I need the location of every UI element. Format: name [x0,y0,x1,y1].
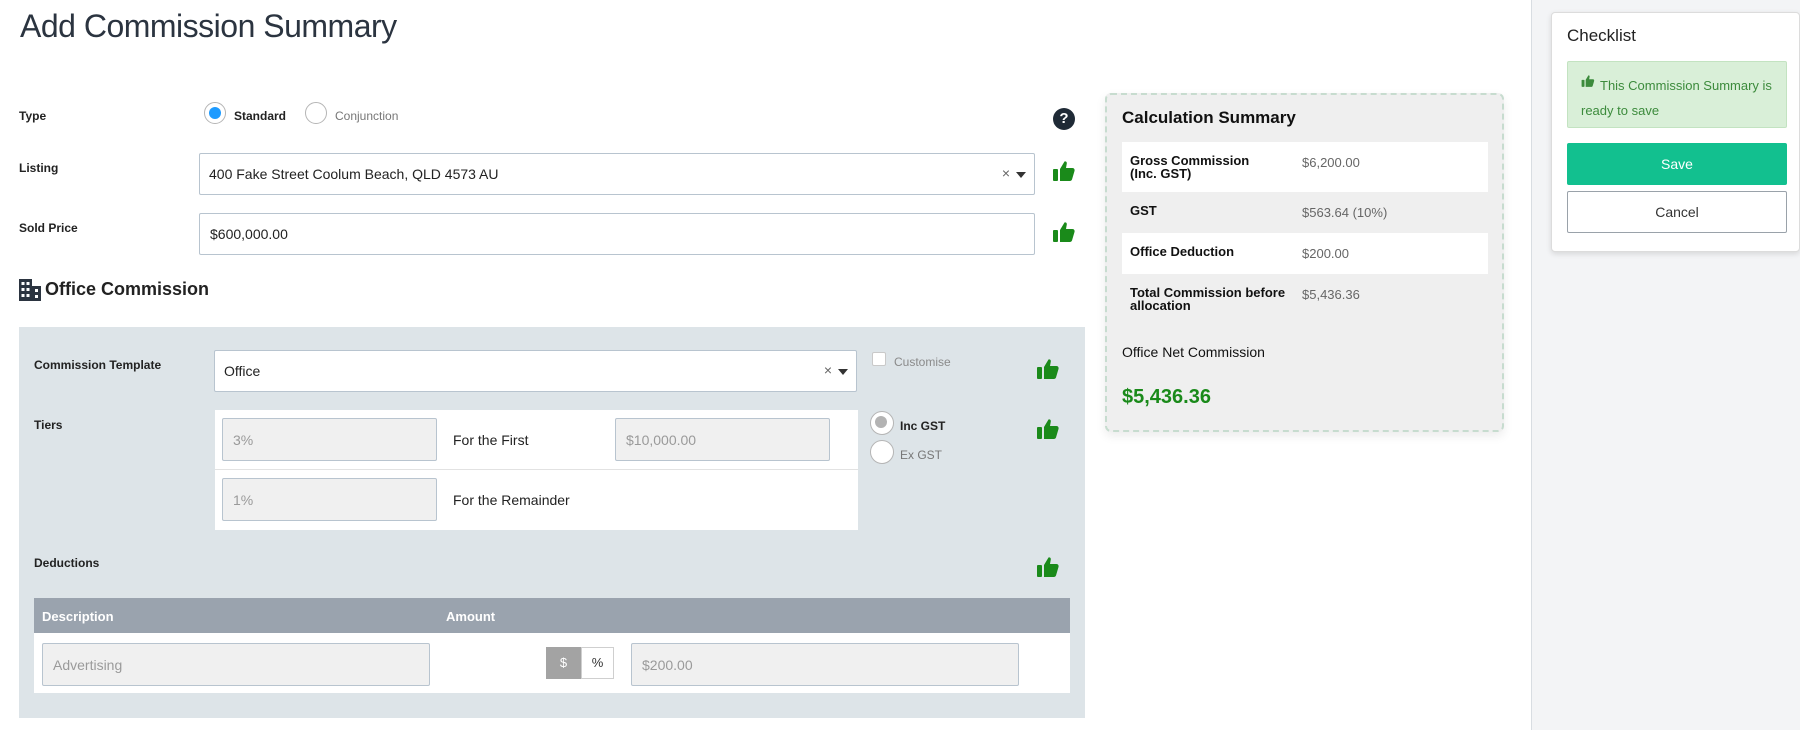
deductions-label: Deductions [34,556,100,570]
deduction-amount-input[interactable]: $200.00 [631,643,1019,686]
deduction-description-value: Advertising [53,656,123,673]
listing-chevron-down-icon[interactable] [1016,172,1026,178]
calc-deduction-value: $200.00 [1302,246,1349,261]
gst-ex-radio[interactable] [870,440,894,464]
calc-gst-value: $563.64 (10%) [1302,205,1388,220]
help-icon[interactable]: ? [1053,108,1075,130]
type-conjunction-option[interactable]: Conjunction [305,102,398,124]
type-standard-option[interactable]: Standard [204,102,286,124]
listing-clear-icon[interactable]: × [1002,165,1010,181]
type-standard-label: Standard [234,109,287,123]
tier-1-amount-value: $10,000.00 [626,431,697,448]
checklist-title: Checklist [1567,26,1636,45]
sold-price-thumbs-up-icon [1053,222,1075,242]
deduction-description-input[interactable]: Advertising [42,643,430,686]
calculation-summary-title: Calculation Summary [1122,108,1296,127]
tier-1-rate-value: 3% [233,431,254,448]
sold-price-value: $600,000.00 [210,226,288,242]
tiers-label: Tiers [34,418,63,432]
tier-1-rate-input[interactable]: 3% [222,418,437,461]
deductions-thumbs-up-icon [1037,557,1059,577]
type-conjunction-radio[interactable] [305,102,327,124]
tier-1-amount-input[interactable]: $10,000.00 [615,418,830,461]
tier-2-text: For the Remainder [453,492,570,508]
office-net-commission-value: $5,436.36 [1122,386,1211,408]
type-conjunction-label: Conjunction [335,109,399,123]
template-chevron-down-icon[interactable] [838,369,848,375]
tier-2-rate-value: 1% [233,491,254,508]
commission-template-label: Commission Template [34,358,162,372]
calc-total-label: Total Commission before allocation [1130,285,1286,313]
column-amount: Amount [446,609,496,624]
gst-inc-label: Inc GST [900,419,946,433]
commission-template-value: Office [224,363,261,379]
tier-2-rate-input[interactable]: 1% [222,478,437,521]
page-title: Add Commission Summary [20,8,397,44]
calc-deduction-label: Office Deduction [1130,244,1235,259]
deductions-table-header [34,598,1070,633]
template-clear-icon[interactable]: × [824,362,832,378]
gst-ex-label: Ex GST [900,448,943,462]
customise-checkbox[interactable] [872,352,886,366]
listing-thumbs-up-icon [1053,161,1075,181]
tiers-thumbs-up-icon [1037,419,1059,439]
listing-select[interactable]: 400 Fake Street Coolum Beach, QLD 4573 A… [199,153,1035,195]
building-icon [19,279,41,301]
save-button[interactable]: Save [1567,143,1787,185]
deduction-amount-value: $200.00 [642,656,693,673]
listing-value: 400 Fake Street Coolum Beach, QLD 4573 A… [209,166,499,182]
tier-1-text: For the First [453,432,529,448]
sold-price-input[interactable]: $600,000.00 [199,213,1035,255]
unit-percent-button[interactable]: % [581,647,614,679]
tiers-divider [215,469,858,470]
calc-total-value: $5,436.36 [1302,287,1360,302]
calc-gst-label: GST [1130,203,1157,218]
commission-template-select[interactable]: Office × [214,350,857,392]
template-thumbs-up-icon [1037,359,1059,379]
calc-gross-value: $6,200.00 [1302,155,1360,170]
type-label: Type [19,109,47,123]
column-description: Description [42,609,114,624]
gst-inc-option[interactable]: Inc GST [870,411,945,435]
type-standard-radio[interactable] [204,102,226,124]
listing-label: Listing [19,161,59,175]
ready-alert-message: This Commission Summary is ready to save [1581,78,1772,118]
cancel-button[interactable]: Cancel [1567,191,1787,233]
sold-price-label: Sold Price [19,221,78,235]
gst-inc-radio[interactable] [870,411,894,435]
customise-label: Customise [894,355,951,369]
office-net-commission-label: Office Net Commission [1122,344,1265,360]
sidebar-divider [1531,0,1532,730]
office-commission-heading: Office Commission [45,279,210,299]
calc-gross-label: Gross Commission (Inc. GST) [1130,153,1250,181]
gst-ex-option[interactable]: Ex GST [870,440,942,464]
unit-dollar-button[interactable]: $ [546,647,581,679]
